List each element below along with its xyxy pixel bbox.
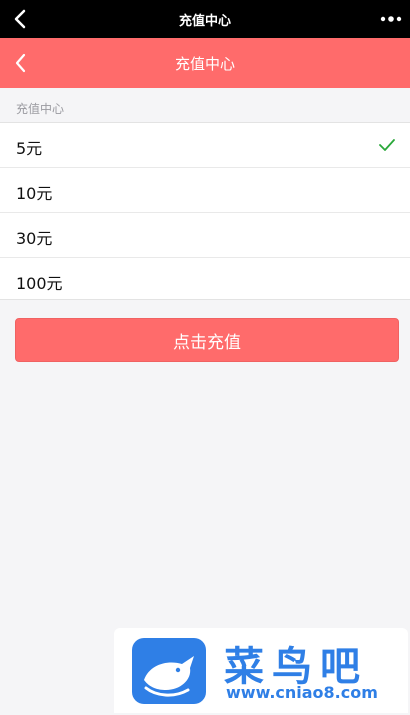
amount-option-30[interactable]: 30元 [0, 213, 410, 258]
amount-option-10[interactable]: 10元 [0, 168, 410, 213]
amount-label: 5元 [16, 139, 43, 158]
bird-logo-icon [132, 638, 206, 704]
amount-option-5[interactable]: 5元 [0, 123, 410, 168]
amount-label: 30元 [16, 229, 53, 248]
more-icon[interactable] [380, 14, 402, 24]
system-title: 充值中心 [178, 14, 231, 29]
section-label: 充值中心 [16, 102, 65, 116]
app-header: 充值中心 [0, 38, 410, 88]
watermark-url: www.cniao8.com [226, 683, 378, 702]
recharge-button[interactable]: 点击充值 [15, 318, 399, 362]
amount-option-100[interactable]: 100元 [0, 258, 410, 302]
watermark: 菜鸟吧 www.cniao8.com [114, 628, 408, 713]
checkmark-icon [379, 139, 395, 151]
system-bar: 充值中心 [0, 0, 410, 38]
page-title: 充值中心 [174, 55, 235, 73]
amount-label: 10元 [16, 184, 53, 203]
amount-list: 5元 10元 30元 100元 [0, 122, 410, 300]
amount-label: 100元 [16, 274, 63, 293]
